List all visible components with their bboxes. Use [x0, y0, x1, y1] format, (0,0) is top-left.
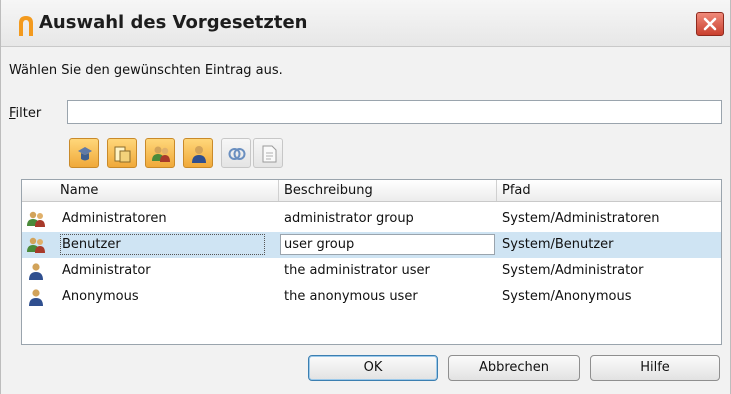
row-path: System/Administratoren: [502, 211, 660, 226]
help-button[interactable]: Hilfe: [590, 355, 720, 381]
row-name: Benutzer: [62, 237, 121, 252]
close-button[interactable]: [696, 12, 724, 36]
close-icon: [703, 17, 717, 31]
user-icon: [29, 263, 43, 280]
folder-filter-button[interactable]: [107, 138, 137, 168]
user-icon: [29, 289, 43, 306]
table-row[interactable]: Administratoren administrator group Syst…: [22, 206, 721, 232]
selection-dialog: Auswahl des Vorgesetzten Wählen Sie den …: [0, 0, 731, 394]
role-filter-icon: [78, 147, 92, 161]
table-row-selected[interactable]: Benutzer user group System/Benutzer: [22, 232, 721, 258]
filter-label-rest: ilter: [15, 106, 42, 121]
row-path: System/Benutzer: [502, 237, 614, 252]
document-filter-button[interactable]: [253, 138, 283, 168]
window-title: Auswahl des Vorgesetzten: [39, 12, 308, 33]
row-name: Anonymous: [62, 289, 139, 304]
ok-button[interactable]: OK: [308, 355, 438, 381]
column-header-path[interactable]: Pfad: [502, 183, 531, 198]
role-filter-button[interactable]: [69, 138, 99, 168]
filter-input[interactable]: [67, 100, 722, 124]
user-filter-icon: [192, 146, 206, 163]
cancel-button[interactable]: Abbrechen: [448, 355, 580, 381]
user-filter-button[interactable]: [183, 138, 213, 168]
row-path: System/Administrator: [502, 263, 644, 278]
row-path: System/Anonymous: [502, 289, 632, 304]
row-description: administrator group: [284, 211, 414, 226]
group-filter-icon: [152, 146, 170, 162]
results-table: Name Beschreibung Pfad Administratoren a…: [21, 179, 722, 345]
table-row[interactable]: Administrator the administrator user Sys…: [22, 258, 721, 284]
column-header-name[interactable]: Name: [60, 183, 98, 198]
app-logo-icon: [19, 16, 33, 36]
document-icon: [262, 145, 277, 163]
row-name: Administrator: [62, 263, 151, 278]
folder-filter-icon: [114, 146, 131, 163]
column-header-description[interactable]: Beschreibung: [284, 183, 373, 198]
row-name: Administratoren: [62, 211, 167, 226]
group-icon: [27, 211, 45, 227]
link-icon: [228, 148, 246, 160]
group-filter-button[interactable]: [145, 138, 175, 168]
instruction-text: Wählen Sie den gewünschten Eintrag aus.: [9, 63, 283, 78]
group-icon: [27, 237, 45, 253]
row-description: user group: [284, 237, 355, 252]
link-filter-button[interactable]: [221, 138, 251, 168]
title-bar[interactable]: Auswahl des Vorgesetzten: [1, 0, 730, 47]
column-divider[interactable]: [496, 180, 497, 201]
row-description: the administrator user: [284, 263, 430, 278]
row-description: the anonymous user: [284, 289, 418, 304]
table-row[interactable]: Anonymous the anonymous user System/Anon…: [22, 284, 721, 310]
filter-label: Filter: [9, 106, 41, 121]
column-divider[interactable]: [278, 180, 279, 201]
table-header: Name Beschreibung Pfad: [22, 180, 721, 202]
